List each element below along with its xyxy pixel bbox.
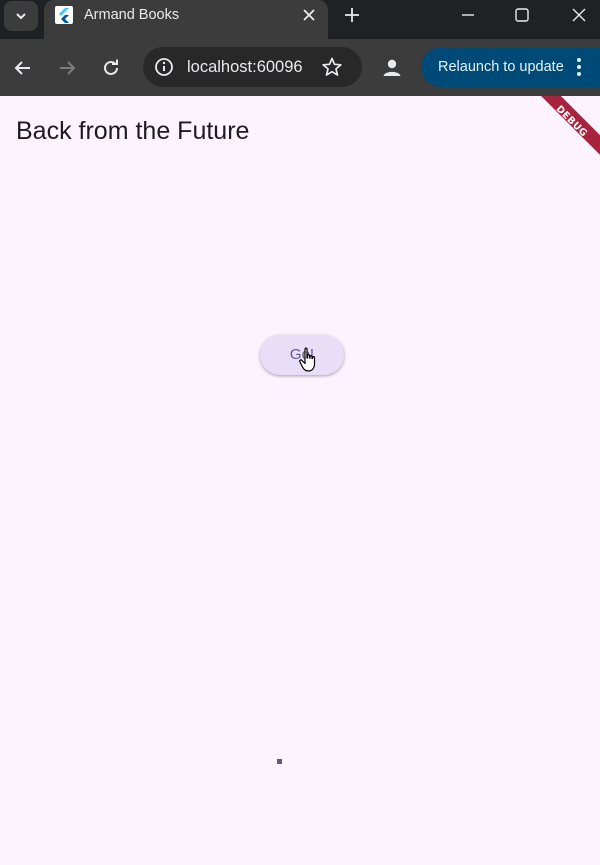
person-icon[interactable] xyxy=(380,56,404,80)
info-icon[interactable] xyxy=(153,56,175,78)
browser-tab[interactable]: Armand Books xyxy=(44,0,328,39)
debug-label: DEBUG xyxy=(553,103,590,140)
star-icon[interactable] xyxy=(321,56,343,78)
arrow-left-icon[interactable] xyxy=(12,57,34,79)
kebab-icon[interactable] xyxy=(575,57,583,77)
hand-cursor-icon xyxy=(299,347,316,372)
tab-strip: Armand Books xyxy=(0,0,600,39)
relaunch-label: Relaunch to update xyxy=(438,59,564,75)
chevron-down-icon xyxy=(16,13,26,20)
relaunch-button[interactable]: Relaunch to update xyxy=(421,47,600,87)
tab-search-button[interactable] xyxy=(4,1,38,31)
maximize-icon[interactable] xyxy=(512,5,532,25)
arrow-right-icon[interactable] xyxy=(56,57,78,79)
close-icon[interactable] xyxy=(300,6,318,24)
page-title: Back from the Future xyxy=(16,117,250,145)
flutter-icon xyxy=(55,6,73,24)
debug-banner: DEBUG xyxy=(538,96,600,158)
progress-indicator xyxy=(277,759,282,764)
address-bar[interactable]: localhost:60096 xyxy=(143,47,362,87)
reload-icon[interactable] xyxy=(100,57,122,79)
window-close-icon[interactable] xyxy=(569,5,589,25)
url-text: localhost:60096 xyxy=(187,58,303,76)
tab-title: Armand Books xyxy=(84,7,180,23)
minimize-icon[interactable] xyxy=(458,5,478,25)
plus-icon[interactable] xyxy=(342,5,362,25)
